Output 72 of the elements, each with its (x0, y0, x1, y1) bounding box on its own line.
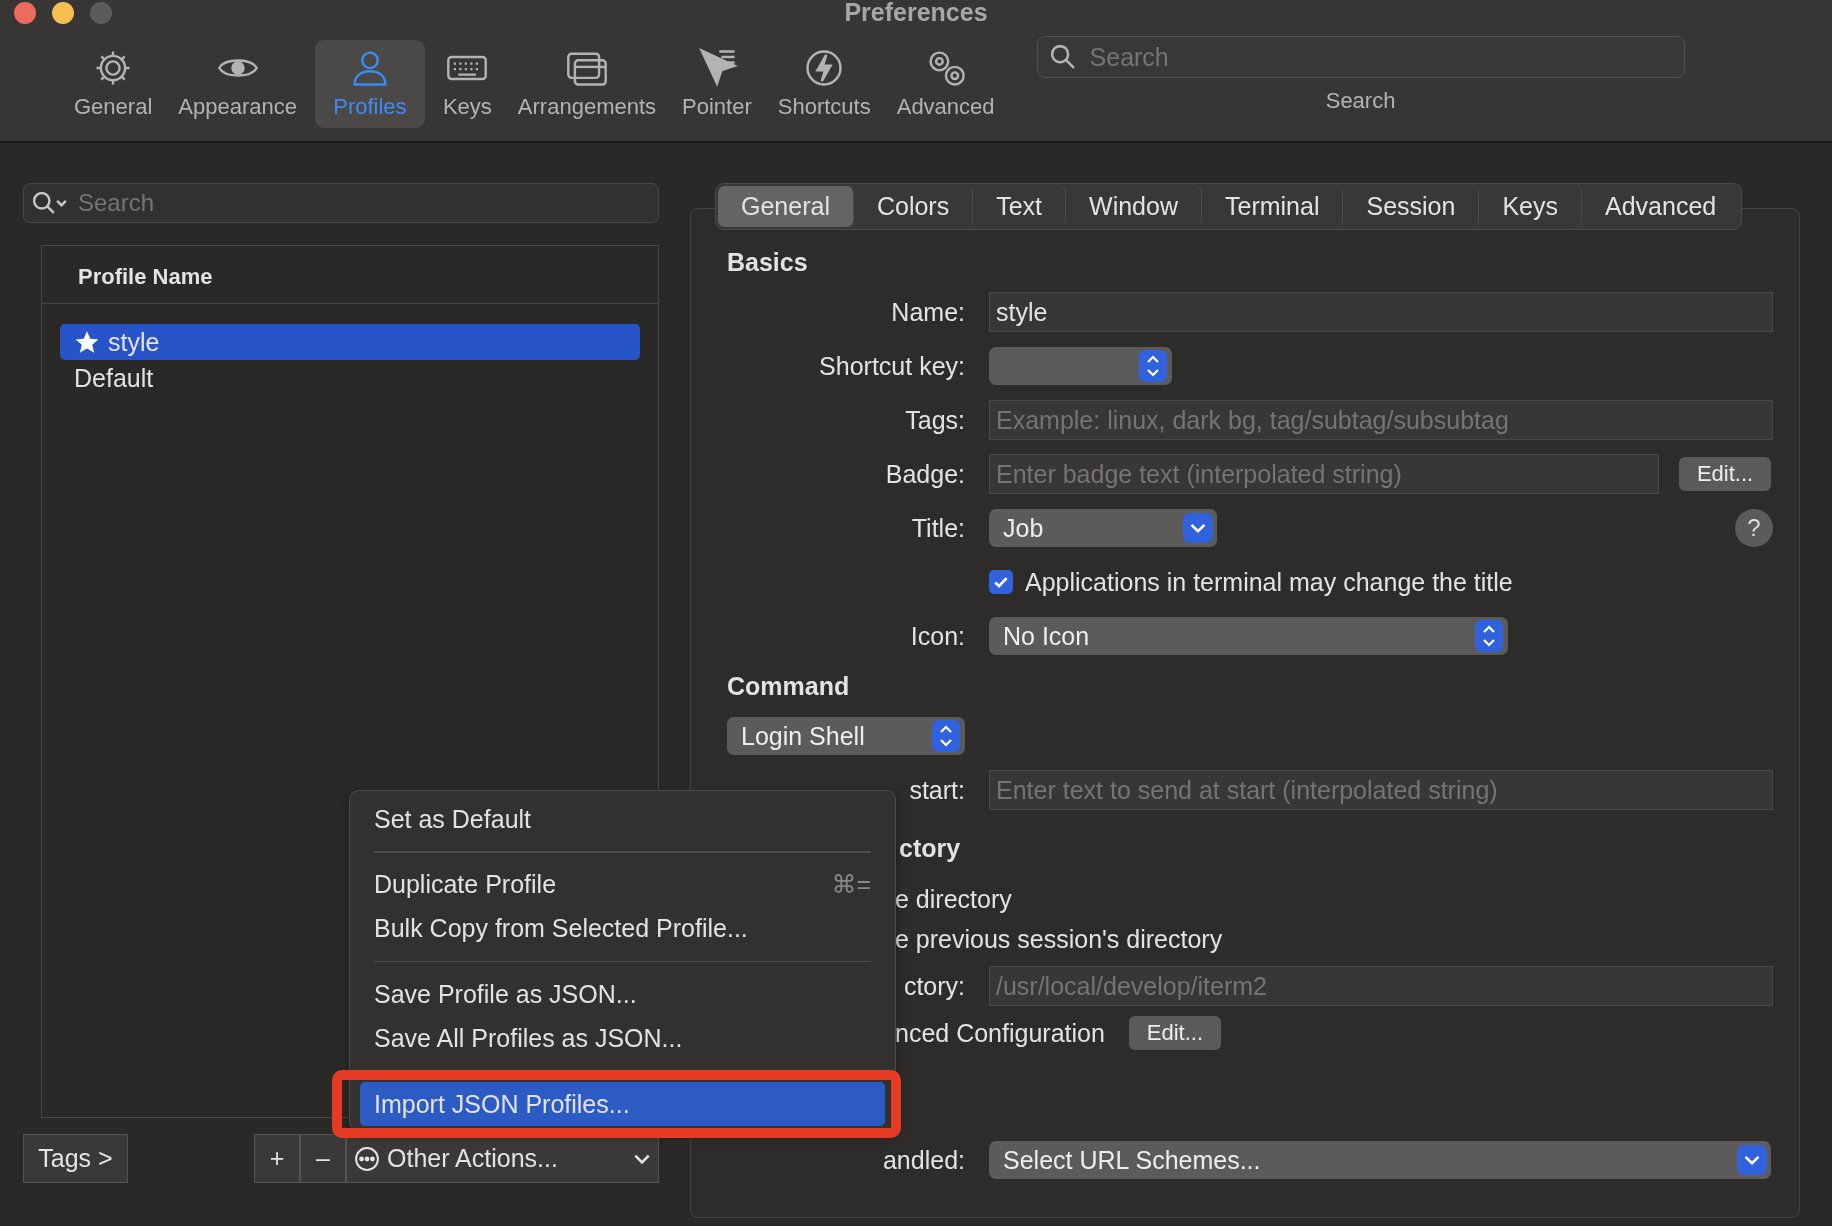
popup-button[interactable]: Login Shell (727, 717, 965, 755)
profile-search-field[interactable]: Search (23, 183, 659, 223)
ellipsis-icon (355, 1146, 379, 1171)
help-button[interactable]: ? (1735, 509, 1773, 547)
settings-tab[interactable]: General (718, 186, 854, 227)
toolbar-tab[interactable]: Arrangements (509, 40, 665, 128)
window-title: Preferences (844, 0, 988, 27)
dropdown-button[interactable]: Select URL Schemes... (989, 1141, 1771, 1179)
toolbar-tab[interactable]: Appearance (170, 40, 305, 128)
field-label: Tags: (904, 405, 965, 435)
settings-tab[interactable]: Session (1343, 186, 1480, 227)
stepper-icon (931, 720, 961, 752)
settings-tab[interactable]: Advanced (1582, 186, 1740, 227)
field-label: Name: (890, 297, 965, 327)
minimize-window-button[interactable] (52, 2, 74, 24)
stepper-icon (1474, 620, 1504, 652)
text-field[interactable]: Enter text to send at start (interpolated string) (989, 770, 1773, 810)
toolbar-tab[interactable]: Keys (434, 40, 500, 128)
field-label: start: (908, 775, 965, 805)
text-field[interactable]: /usr/local/develop/iterm2 (989, 966, 1773, 1006)
search-icon (1050, 45, 1075, 69)
settings-tab[interactable]: Window (1066, 186, 1202, 227)
edit-button[interactable]: Edit... (1128, 1016, 1221, 1050)
checkbox-label: Applications in terminal may change the title (1025, 567, 1513, 597)
menu-item[interactable]: Set as Default (360, 797, 885, 841)
field-label: Title: (910, 513, 965, 543)
shortcut-hint: ⌘= (831, 870, 871, 899)
stepper-icon (1138, 350, 1168, 382)
field-label: ctory: (902, 971, 965, 1001)
toolbar-tab[interactable]: General (66, 40, 161, 128)
edit-button[interactable]: Edit... (1679, 457, 1771, 491)
menu-item[interactable]: Save All Profiles as JSON... (360, 1016, 885, 1060)
field-label: Badge: (884, 459, 965, 489)
chevron-icon (634, 1153, 650, 1164)
option-label: e previous session's directory (895, 924, 1223, 954)
settings-tab[interactable]: Terminal (1202, 186, 1344, 227)
toolbar-tab[interactable]: Advanced (888, 40, 1003, 128)
close-window-button[interactable] (14, 2, 36, 24)
field-label: Icon: (909, 621, 965, 651)
menu-item[interactable]: Import JSON Profiles... (360, 1082, 885, 1126)
column-header: Profile Name (42, 246, 658, 304)
settings-tab[interactable]: Keys (1479, 186, 1582, 227)
checkbox[interactable] (989, 570, 1013, 594)
chevron-icon (1737, 1144, 1767, 1176)
menu-item[interactable]: Duplicate Profile ⌘= (360, 862, 885, 907)
menu-item[interactable]: Save Profile as JSON... (360, 972, 885, 1016)
option-label: e directory (895, 884, 1012, 914)
menu-item[interactable]: Bulk Copy from Selected Profile... (360, 906, 885, 951)
profile-row[interactable]: Default (60, 360, 640, 396)
remove-button[interactable]: – (300, 1134, 346, 1183)
dropdown-button[interactable]: Job (989, 509, 1217, 547)
settings-tab[interactable]: Colors (853, 186, 974, 227)
field-label: andled: (881, 1145, 965, 1175)
toolbar-tab[interactable]: Pointer (674, 40, 760, 128)
search-caption: Search (1325, 88, 1396, 114)
toolbar-tab[interactable]: Shortcuts (769, 40, 879, 128)
text-field[interactable]: Example: linux, dark bg, tag/subtag/subsubtag (989, 400, 1773, 440)
search-icon (33, 192, 67, 214)
add-button[interactable]: + (254, 1134, 300, 1183)
popup-button[interactable]: No Icon (989, 617, 1508, 655)
text-field[interactable]: style (989, 292, 1773, 332)
text-field[interactable]: Enter badge text (interpolated string) (989, 454, 1659, 494)
section-heading: ctory (899, 833, 961, 863)
search-field[interactable]: Search (1036, 36, 1685, 78)
profile-row[interactable]: style (60, 324, 640, 360)
tags-button[interactable]: Tags > (23, 1134, 128, 1183)
field-label: Shortcut key: (818, 351, 965, 381)
section-heading: Basics (727, 247, 808, 277)
chevron-icon (1183, 512, 1213, 544)
option-label: nced Configuration (895, 1018, 1105, 1048)
settings-tab[interactable]: Text (973, 186, 1067, 227)
section-heading: Command (727, 671, 850, 701)
